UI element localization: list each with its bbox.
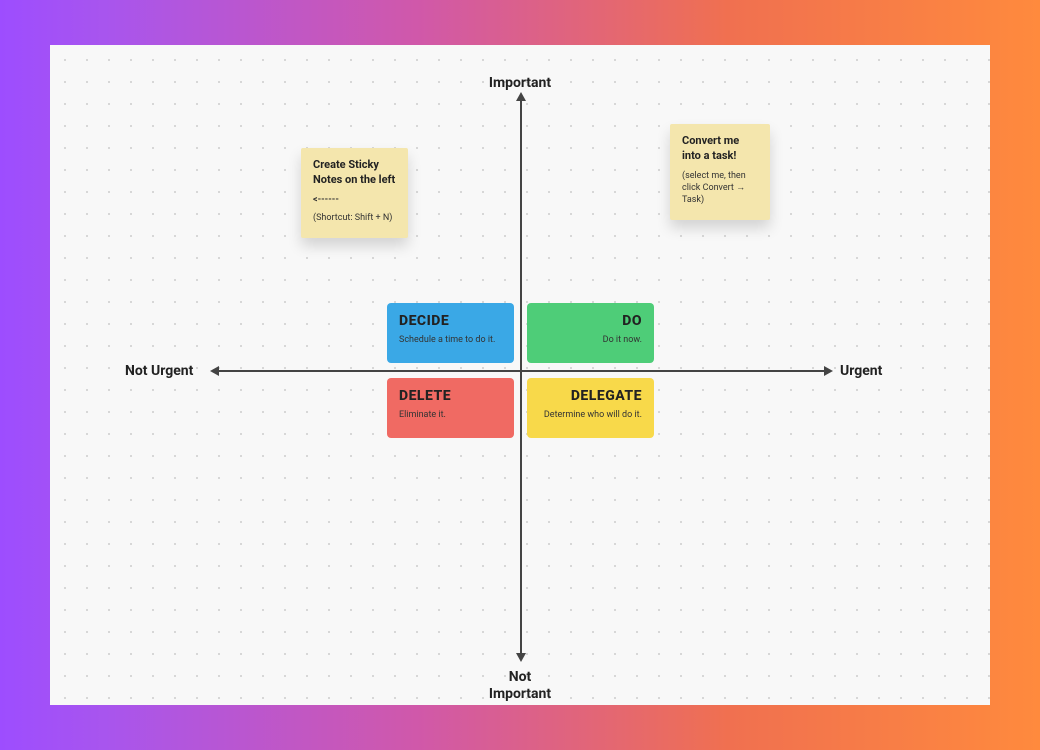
quadrant-decide[interactable]: DECIDE Schedule a time to do it. [387,303,514,363]
axis-label-left: Not Urgent [125,363,193,380]
quadrant-do[interactable]: DO Do it now. [527,303,654,363]
quadrant-delete-subtitle: Eliminate it. [399,410,502,420]
axis-label-right: Urgent [840,363,882,380]
sticky-note-left[interactable]: Create Sticky Notes on the left <------ … [301,148,408,238]
quadrant-do-subtitle: Do it now. [539,335,642,345]
arrow-down-icon [516,653,526,662]
quadrant-decide-title: DECIDE [399,313,502,329]
arrow-up-icon [516,92,526,101]
axis-horizontal [218,370,825,372]
sticky-left-detail: (Shortcut: Shift + N) [313,212,396,224]
axis-label-top: Important [460,75,580,92]
quadrant-delete[interactable]: DELETE Eliminate it. [387,378,514,438]
sticky-left-arrow: <------ [313,194,396,206]
sticky-right-title: Convert me into a task! [682,134,758,164]
axis-vertical [520,100,522,655]
sticky-note-right[interactable]: Convert me into a task! (select me, then… [670,124,770,220]
arrow-left-icon [210,366,219,376]
arrow-right-icon [824,366,833,376]
quadrant-delegate-subtitle: Determine who will do it. [539,410,642,420]
quadrant-decide-subtitle: Schedule a time to do it. [399,335,502,345]
quadrant-delegate-title: DELEGATE [539,388,642,404]
matrix-canvas[interactable]: Important Not Important Not Urgent Urgen… [50,45,990,705]
quadrant-do-title: DO [539,313,642,329]
quadrant-delete-title: DELETE [399,388,502,404]
quadrant-delegate[interactable]: DELEGATE Determine who will do it. [527,378,654,438]
sticky-right-detail: (select me, then click Convert → Task) [682,170,758,206]
axis-label-bottom: Not Important [460,669,580,703]
sticky-left-title: Create Sticky Notes on the left [313,158,396,188]
